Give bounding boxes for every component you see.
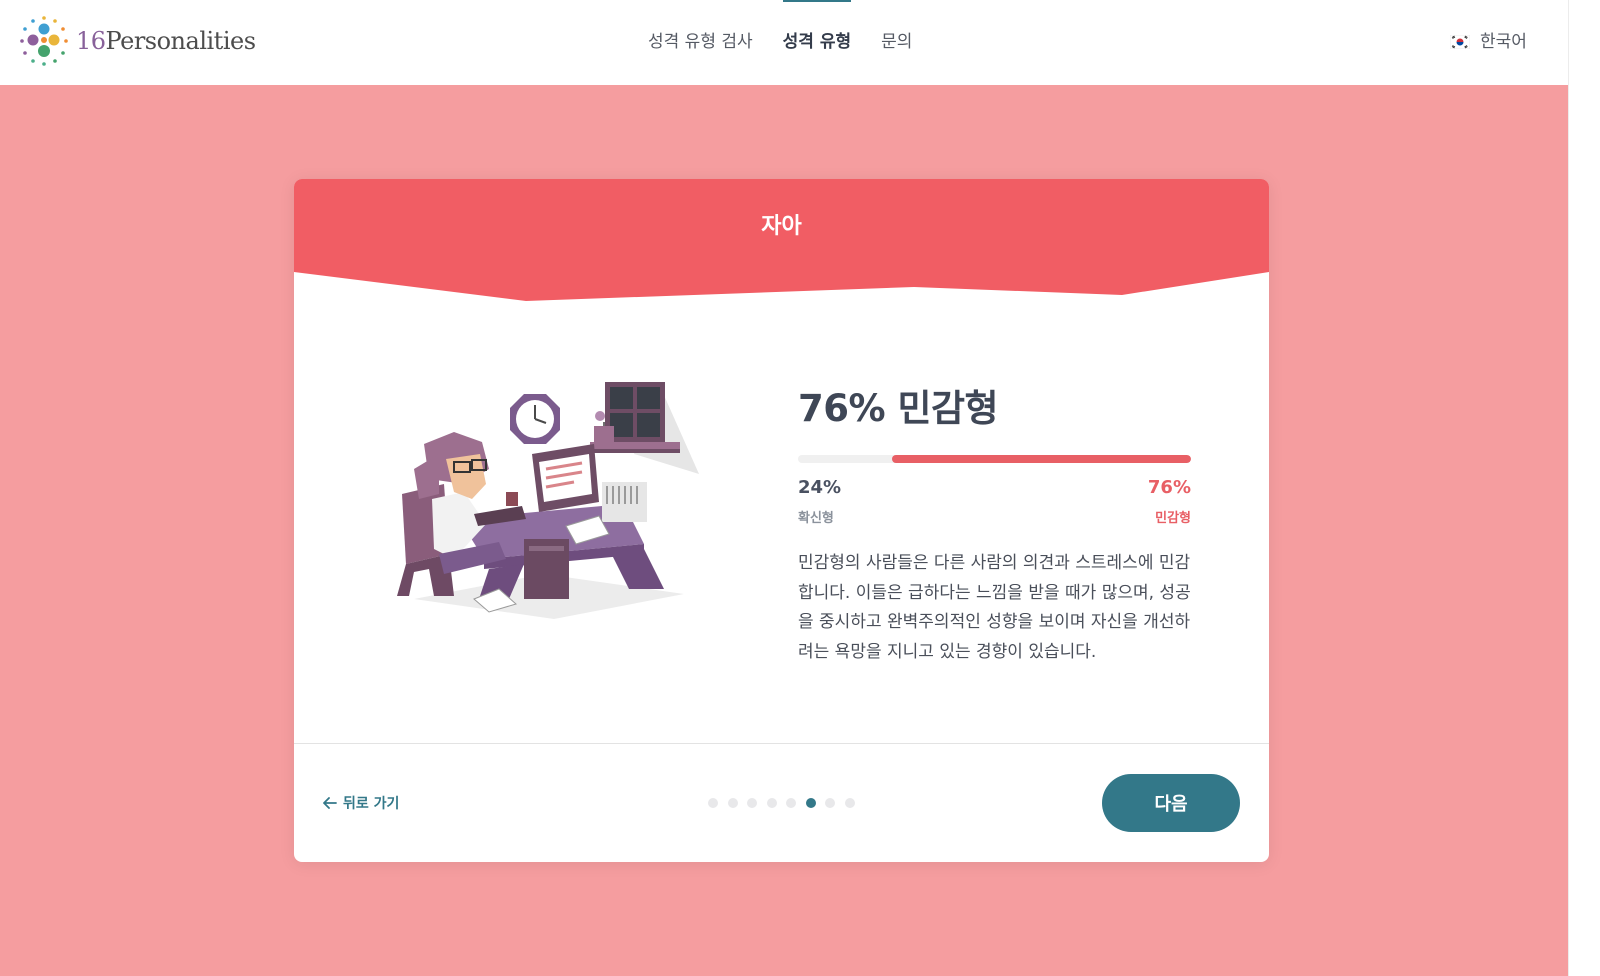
- left-trait-label: 확신형: [798, 511, 834, 526]
- main-nav: 성격 유형 검사 성격 유형 문의: [648, 0, 912, 54]
- pagination-dot[interactable]: [825, 798, 835, 808]
- pagination-dot[interactable]: [708, 798, 718, 808]
- pagination-dot[interactable]: [844, 798, 855, 808]
- stressed-person-illustration-icon: [397, 382, 699, 619]
- right-trait-percent: 76%: [1147, 477, 1191, 498]
- pagination-dot[interactable]: [727, 798, 738, 808]
- card-header: 자아: [294, 179, 1269, 304]
- top-navigation-bar: 16Personalities 성격 유형 검사 성격 유형 문의 한국어: [0, 0, 1568, 85]
- trait-description: 민감형의 사람들은 다른 사람의 의견과 스트레스에 민감합니다. 이들은 급하…: [798, 553, 1191, 662]
- scrollbar[interactable]: [1568, 0, 1600, 976]
- logo[interactable]: 16Personalities: [18, 15, 256, 67]
- next-button[interactable]: 다음: [1102, 774, 1240, 832]
- pagination-dot[interactable]: [786, 798, 796, 808]
- nav-item-test[interactable]: 성격 유형 검사: [648, 30, 753, 54]
- logo-wordmark: Personalities: [105, 27, 256, 55]
- nav-item-contact[interactable]: 문의: [881, 30, 912, 54]
- pagination-dot[interactable]: [766, 798, 777, 808]
- result-title: 76% 민감형: [798, 387, 999, 430]
- right-trait-label: 민감형: [1155, 511, 1191, 526]
- trait-progress-fill: [892, 455, 1191, 463]
- card-divider: [294, 743, 1269, 744]
- card-title: 자아: [761, 214, 802, 239]
- left-trait-percent: 24%: [798, 477, 842, 498]
- pagination-dots: [708, 798, 855, 808]
- arrow-left-icon: [323, 797, 337, 809]
- trait-progress-bar: [798, 455, 1191, 463]
- language-selector[interactable]: 한국어: [1450, 30, 1527, 54]
- back-button-label: 뒤로 가기: [343, 796, 400, 812]
- nav-item-personality-types[interactable]: 성격 유형: [782, 0, 852, 54]
- pagination-dot[interactable]: [805, 798, 816, 808]
- back-button[interactable]: 뒤로 가기: [323, 793, 399, 813]
- logo-text: 16Personalities: [76, 27, 256, 55]
- pagination-dot[interactable]: [747, 798, 757, 808]
- logo-number: 16: [76, 27, 106, 55]
- trait-result-card: 자아 76% 민감형 24% 76% 확신형 민감형 민감형의 사람들은 다른 …: [294, 179, 1269, 862]
- korea-flag-icon: [1450, 35, 1470, 49]
- language-label: 한국어: [1480, 32, 1527, 52]
- logo-dots-icon: [20, 16, 68, 66]
